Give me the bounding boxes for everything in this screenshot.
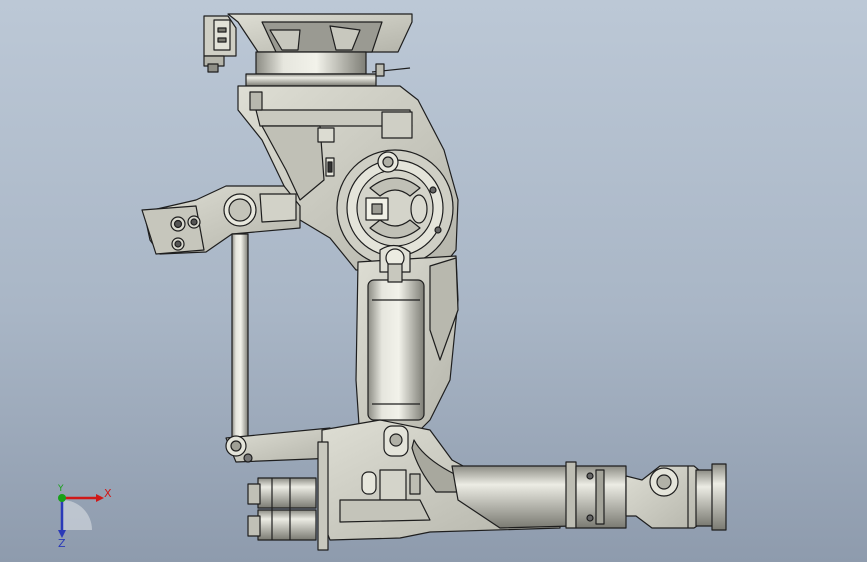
x-axis-label: X [104, 487, 112, 500]
cad-viewport[interactable]: X Y Z [0, 0, 867, 562]
z-axis-label: Z [58, 537, 66, 550]
y-axis-dot [58, 494, 66, 502]
left-link-arm [141, 185, 301, 255]
side-motor [203, 15, 237, 73]
tie-rod [231, 233, 249, 445]
axis4-motors [247, 477, 317, 541]
y-axis-label: Y [58, 484, 64, 494]
top-flange [227, 13, 413, 87]
balancer-cylinder [367, 263, 425, 421]
wrist [625, 463, 727, 531]
robot-model[interactable] [0, 0, 867, 562]
coordinate-triad [58, 494, 104, 538]
